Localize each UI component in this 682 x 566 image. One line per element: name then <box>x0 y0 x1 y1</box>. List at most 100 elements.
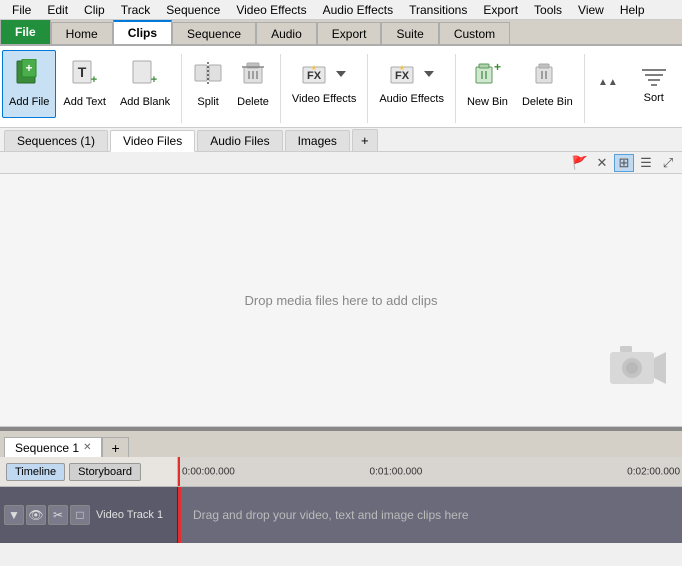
track-expand-button[interactable]: ▼ <box>4 505 24 525</box>
track-visibility-button[interactable]: 👁 <box>26 505 46 525</box>
menu-clip[interactable]: Clip <box>76 1 113 19</box>
sequence-tab-label: Sequence 1 <box>15 441 79 455</box>
camera-watermark-icon <box>608 340 668 402</box>
svg-text:T: T <box>77 64 86 80</box>
timeline-button[interactable]: Timeline <box>6 463 65 481</box>
add-text-button[interactable]: T + Add Text <box>56 50 113 118</box>
ribbon: + Add File T + Add Text + Add Blank <box>0 46 682 128</box>
timeline-tabs: Sequence 1 ✕ + <box>0 431 682 457</box>
sort-label: Sort <box>644 92 664 104</box>
add-file-icon: + <box>14 59 44 92</box>
track-mute-button[interactable]: □ <box>70 505 90 525</box>
split-icon <box>193 59 223 92</box>
add-blank-button[interactable]: + Add Blank <box>113 50 177 118</box>
menu-bar: File Edit Clip Track Sequence Video Effe… <box>0 0 682 20</box>
split-button[interactable]: Split <box>186 50 230 118</box>
menu-track[interactable]: Track <box>113 1 159 19</box>
track-content-area[interactable]: Drag and drop your video, text and image… <box>178 487 682 543</box>
tab-suite[interactable]: Suite <box>381 22 438 44</box>
tab-images[interactable]: Images <box>285 130 350 151</box>
add-blank-icon: + <box>130 59 160 92</box>
svg-text:▲▲: ▲▲ <box>598 77 618 88</box>
menu-export[interactable]: Export <box>475 1 526 19</box>
tab-video-files[interactable]: Video Files <box>110 130 195 152</box>
menu-edit[interactable]: Edit <box>39 1 76 19</box>
reject-icon[interactable]: ✕ <box>592 154 612 172</box>
timeline-ruler: 0:00:00.000 0:01:00.000 0:02:00.000 <box>178 457 682 486</box>
clips-toolbar: 🚩 ✕ ⊞ ☰ ⤢ <box>0 152 682 174</box>
tab-home[interactable]: Home <box>51 22 113 44</box>
menu-sequence[interactable]: Sequence <box>158 1 228 19</box>
tab-audio[interactable]: Audio <box>256 22 317 44</box>
drop-text: Drop media files here to add clips <box>245 293 438 308</box>
delete-bin-button[interactable]: Delete Bin <box>515 50 580 118</box>
menu-view[interactable]: View <box>570 1 612 19</box>
time-mark-0: 0:00:00.000 <box>178 466 235 477</box>
tab-sequences[interactable]: Sequences (1) <box>4 130 108 151</box>
playhead-top <box>178 457 180 486</box>
add-blank-label: Add Blank <box>120 96 170 109</box>
delete-bin-icon <box>532 59 562 92</box>
list-view-icon[interactable]: ☰ <box>636 154 656 172</box>
flag-icon[interactable]: 🚩 <box>570 154 590 172</box>
timeline-header-row: Timeline Storyboard 0:00:00.000 0:01:00.… <box>0 457 682 487</box>
tab-sequence[interactable]: Sequence <box>172 22 256 44</box>
tab-add-button[interactable]: + <box>352 129 378 151</box>
sort-icon <box>640 65 668 92</box>
svg-text:+: + <box>151 74 157 86</box>
track-lock-button[interactable]: ✂ <box>48 505 68 525</box>
svg-text:+: + <box>90 74 96 86</box>
tab-audio-files[interactable]: Audio Files <box>197 130 282 151</box>
split-label: Split <box>197 96 218 109</box>
delete-bin-label: Delete Bin <box>522 96 573 109</box>
svg-text:★: ★ <box>399 64 405 72</box>
menu-video-effects[interactable]: Video Effects <box>228 1 314 19</box>
content-tabs: Sequences (1) Video Files Audio Files Im… <box>0 128 682 152</box>
time-mark-1: 0:01:00.000 <box>370 466 423 477</box>
volume-icon: ▲▲ <box>596 68 624 96</box>
svg-text:+: + <box>494 60 501 74</box>
tab-bar: File Home Clips Sequence Audio Export Su… <box>0 20 682 46</box>
timeline-tab-add[interactable]: + <box>102 437 128 457</box>
timeline-container: Sequence 1 ✕ + Timeline Storyboard 0:00:… <box>0 431 682 543</box>
media-drop-area: Drop media files here to add clips <box>0 174 682 427</box>
new-bin-button[interactable]: + New Bin <box>460 50 515 118</box>
track-name-label: Video Track 1 <box>96 509 163 521</box>
audio-effects-label: Audio Effects <box>379 93 444 106</box>
svg-text:★: ★ <box>311 64 317 72</box>
menu-tools[interactable]: Tools <box>526 1 570 19</box>
new-bin-icon: + <box>472 59 502 92</box>
menu-file[interactable]: File <box>4 1 39 19</box>
new-bin-label: New Bin <box>467 96 508 109</box>
delete-icon <box>238 59 268 92</box>
delete-label: Delete <box>237 96 269 109</box>
add-file-label: Add File <box>9 96 49 109</box>
tab-export[interactable]: Export <box>317 22 382 44</box>
track-drop-text: Drag and drop your video, text and image… <box>193 508 469 522</box>
menu-audio-effects[interactable]: Audio Effects <box>315 1 402 19</box>
tab-file[interactable]: File <box>0 20 51 44</box>
grid-view-icon[interactable]: ⊞ <box>614 154 634 172</box>
menu-transitions[interactable]: Transitions <box>401 1 475 19</box>
video-effects-icon: FX ★ <box>302 61 346 89</box>
timeline-label-col: Timeline Storyboard <box>0 457 178 486</box>
add-file-button[interactable]: + Add File <box>2 50 56 118</box>
menu-help[interactable]: Help <box>612 1 653 19</box>
time-mark-2: 0:02:00.000 <box>627 466 680 477</box>
video-effects-button[interactable]: FX ★ Video Effects <box>285 50 363 118</box>
tab-custom[interactable]: Custom <box>439 22 510 44</box>
audio-effects-button[interactable]: FX ★ Audio Effects <box>372 50 451 118</box>
delete-button[interactable]: Delete <box>230 50 276 118</box>
expand-icon[interactable]: ⤢ <box>658 154 678 172</box>
video-effects-label: Video Effects <box>292 93 356 106</box>
add-text-icon: T + <box>70 59 100 92</box>
svg-text:+: + <box>26 61 33 75</box>
sequence-tab[interactable]: Sequence 1 ✕ <box>4 437 102 457</box>
sort-button[interactable]: Sort <box>631 50 677 118</box>
storyboard-button[interactable]: Storyboard <box>69 463 141 481</box>
volume-icon-area: ▲▲ <box>589 50 631 118</box>
tab-clips[interactable]: Clips <box>113 20 172 44</box>
sequence-tab-close[interactable]: ✕ <box>83 442 91 453</box>
timeline-track-area: ▼ 👁 ✂ □ Video Track 1 Drag and drop your… <box>0 487 682 543</box>
audio-effects-icon: FX ★ <box>390 61 434 89</box>
